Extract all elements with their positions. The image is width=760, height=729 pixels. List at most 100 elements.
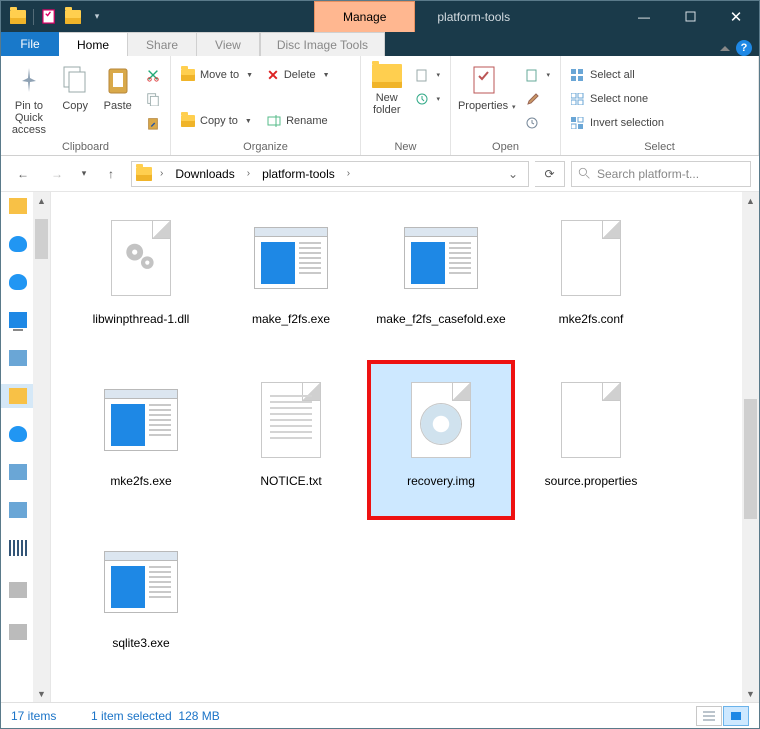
open-button[interactable]: ▾ xyxy=(522,64,554,86)
address-folder-icon xyxy=(136,167,152,181)
move-to-button[interactable]: Move to▼ xyxy=(177,64,257,86)
file-icon xyxy=(93,210,189,306)
paste-label: Paste xyxy=(104,100,132,112)
search-icon xyxy=(578,167,591,180)
file-item[interactable]: mke2fs.conf xyxy=(521,202,661,354)
cut-button[interactable] xyxy=(142,64,164,86)
address-bar[interactable]: › Downloads › platform-tools › ⌄ xyxy=(131,161,529,187)
view-large-icons-button[interactable] xyxy=(723,706,749,726)
search-input[interactable]: Search platform-t... xyxy=(571,161,751,187)
file-item[interactable]: mke2fs.exe xyxy=(71,364,211,516)
nav-forward-button[interactable]: → xyxy=(43,160,71,188)
pin-label: Pin to Quick access xyxy=(7,100,51,136)
contextual-tab[interactable]: Manage xyxy=(314,1,415,32)
status-item-count: 17 items xyxy=(11,709,91,723)
copy-button[interactable]: Copy xyxy=(57,60,94,112)
properties-button[interactable]: Properties ▾ xyxy=(457,60,516,112)
nav-pane[interactable]: ▲▼ xyxy=(1,192,51,702)
new-item-button[interactable]: ▾ xyxy=(412,64,444,86)
file-item[interactable]: make_f2fs.exe xyxy=(221,202,361,354)
navpane-item3-icon[interactable] xyxy=(9,464,27,480)
file-item[interactable]: sqlite3.exe xyxy=(71,526,211,678)
qat-menu-chevron-icon[interactable]: ▾ xyxy=(86,6,108,28)
file-scrollbar[interactable]: ▲▼ xyxy=(742,192,759,702)
maximize-button[interactable] xyxy=(667,1,713,32)
minimize-button[interactable]: — xyxy=(621,1,667,32)
file-icon xyxy=(393,210,489,306)
qat-newfolder-icon[interactable] xyxy=(62,6,84,28)
file-view[interactable]: libwinpthread-1.dll make_f2fs.exe make_f2f… xyxy=(51,192,759,702)
copy-to-button[interactable]: Copy to▼ xyxy=(177,110,257,132)
paste-shortcut-button[interactable] xyxy=(142,112,164,134)
close-button[interactable]: ✕ xyxy=(713,1,759,32)
organize-group-label: Organize xyxy=(177,139,354,155)
navpane-item-icon[interactable] xyxy=(9,350,27,366)
qat-folder-icon[interactable] xyxy=(7,6,29,28)
search-placeholder: Search platform-t... xyxy=(597,167,699,181)
file-name: NOTICE.txt xyxy=(260,474,321,489)
new-group-label: New xyxy=(367,139,444,155)
navpane-onedrive-icon[interactable] xyxy=(9,236,27,252)
invert-selection-button[interactable]: Invert selection xyxy=(567,112,668,134)
nav-back-button[interactable]: ← xyxy=(9,160,37,188)
clipboard-group-label: Clipboard xyxy=(7,139,164,155)
navpane-thispc-icon[interactable] xyxy=(9,312,27,328)
file-name: make_f2fs_casefold.exe xyxy=(376,312,505,327)
tab-share[interactable]: Share xyxy=(128,32,197,56)
file-name: source.properties xyxy=(545,474,638,489)
refresh-button[interactable]: ⟳ xyxy=(535,161,565,187)
select-all-button[interactable]: Select all xyxy=(567,64,668,86)
crumb-platform-tools[interactable]: platform-tools xyxy=(258,167,339,181)
select-none-button[interactable]: Select none xyxy=(567,88,668,110)
file-name: make_f2fs.exe xyxy=(252,312,330,327)
status-bar: 17 items 1 item selected 128 MB xyxy=(1,702,759,728)
titlebar: ▾ Manage platform-tools — ✕ xyxy=(1,1,759,32)
rename-button[interactable]: Rename xyxy=(263,110,333,132)
navpane-item2-icon[interactable] xyxy=(9,426,27,442)
new-folder-label: New folder xyxy=(367,92,406,116)
file-name: mke2fs.exe xyxy=(110,474,171,489)
help-icon[interactable]: ? xyxy=(736,40,752,56)
file-item[interactable]: NOTICE.txt xyxy=(221,364,361,516)
edit-button[interactable] xyxy=(522,88,554,110)
navpane-onedrive2-icon[interactable] xyxy=(9,274,27,290)
navpane-drive2-icon[interactable] xyxy=(9,624,27,640)
file-name: mke2fs.conf xyxy=(559,312,624,327)
file-item[interactable]: libwinpthread-1.dll xyxy=(71,202,211,354)
qat-properties-icon[interactable] xyxy=(38,6,60,28)
history-button[interactable] xyxy=(522,112,554,134)
file-item[interactable]: make_f2fs_casefold.exe xyxy=(371,202,511,354)
ribbon: Pin to Quick access Copy Paste Clipboard… xyxy=(1,56,759,156)
nav-up-button[interactable]: ↑ xyxy=(97,160,125,188)
tab-disc-image-tools[interactable]: Disc Image Tools xyxy=(260,32,385,56)
tab-home[interactable]: Home xyxy=(59,32,128,56)
delete-button[interactable]: ✕Delete▼ xyxy=(263,64,333,86)
nav-history-dropdown[interactable]: ▾ xyxy=(77,160,91,188)
navpane-quick-access-icon[interactable] xyxy=(9,198,27,214)
easy-access-button[interactable]: ▾ xyxy=(412,88,444,110)
navpane-windows-icon[interactable] xyxy=(9,540,27,556)
status-size: 128 MB xyxy=(178,709,219,723)
address-history-dropdown[interactable]: ⌄ xyxy=(502,167,524,181)
nav-row: ← → ▾ ↑ › Downloads › platform-tools › ⌄… xyxy=(1,156,759,192)
navpane-item4-icon[interactable] xyxy=(9,502,27,518)
navpane-downloads-selected-icon[interactable] xyxy=(9,388,27,404)
tab-view[interactable]: View xyxy=(197,32,260,56)
new-folder-button[interactable]: New folder xyxy=(367,60,406,116)
file-icon xyxy=(243,372,339,468)
pin-to-quick-access-button[interactable]: Pin to Quick access xyxy=(7,60,51,136)
file-item[interactable]: recovery.img xyxy=(371,364,511,516)
navpane-drive-icon[interactable] xyxy=(9,582,27,598)
file-icon xyxy=(543,372,639,468)
file-item[interactable]: source.properties xyxy=(521,364,661,516)
status-selection: 1 item selected xyxy=(91,709,172,723)
view-details-button[interactable] xyxy=(696,706,722,726)
paste-button[interactable]: Paste xyxy=(99,60,136,112)
collapse-ribbon-icon[interactable] xyxy=(720,46,730,51)
select-group-label: Select xyxy=(567,139,752,155)
navpane-scrollbar[interactable]: ▲▼ xyxy=(33,192,50,702)
copy-path-button[interactable] xyxy=(142,88,164,110)
crumb-downloads[interactable]: Downloads xyxy=(171,167,238,181)
file-tab[interactable]: File xyxy=(1,32,59,56)
ribbon-tabs: File Home Share View Disc Image Tools ? xyxy=(1,32,759,56)
